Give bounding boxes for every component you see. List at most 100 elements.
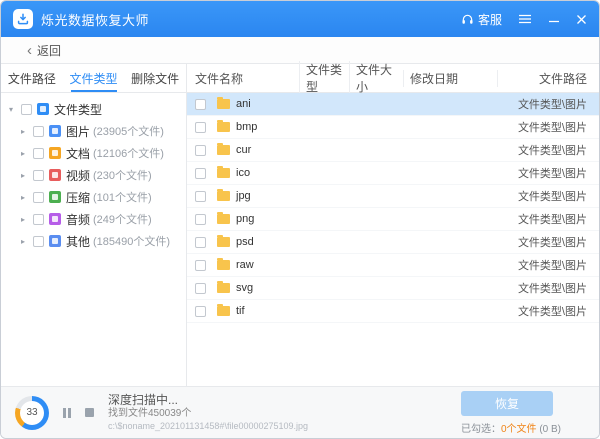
row-checkbox[interactable] — [195, 237, 206, 248]
header-file-type: 文件类型 — [299, 61, 349, 95]
table-row[interactable]: png 文件类型\图片 — [187, 208, 599, 231]
back-chevron-icon: ‹ — [27, 43, 32, 58]
scan-progress-ring: 33 — [15, 396, 49, 430]
recover-button[interactable]: 恢复 — [461, 391, 553, 416]
row-checkbox[interactable] — [195, 214, 206, 225]
others-category-icon — [49, 235, 61, 247]
scan-progress-value: 33 — [20, 401, 44, 425]
tab-file-path[interactable]: 文件路径 — [1, 64, 63, 92]
table-row[interactable]: tif 文件类型\图片 — [187, 300, 599, 323]
tree-item-images[interactable]: ▸ 图片 (23905个文件) — [1, 120, 186, 142]
recover-area: 恢复 已勾选：0个文件 (0 B) — [461, 391, 561, 435]
tab-file-type[interactable]: 文件类型 — [63, 64, 125, 92]
titlebar: 烁光数据恢复大师 客服 — [1, 1, 599, 37]
file-count: (101个文件) — [93, 189, 152, 205]
app-logo-icon — [13, 9, 33, 29]
collapse-arrow-icon[interactable]: ▾ — [9, 105, 21, 114]
expand-arrow-icon[interactable]: ▸ — [21, 171, 33, 180]
table-row[interactable]: jpg 文件类型\图片 — [187, 185, 599, 208]
header-file-path: 文件路径 — [497, 70, 599, 87]
tree-item-videos[interactable]: ▸ 视频 (230个文件) — [1, 164, 186, 186]
content-area: 文件路径 文件类型 删除文件 ▾ 文件类型 ▸ 图片 (23905个文件) — [1, 64, 599, 386]
file-path-cell: 文件类型\图片 — [497, 211, 599, 227]
tree-item-archives[interactable]: ▸ 压缩 (101个文件) — [1, 186, 186, 208]
file-path-cell: 文件类型\图片 — [497, 119, 599, 135]
table-row[interactable]: bmp 文件类型\图片 — [187, 116, 599, 139]
tree-item-checkbox[interactable] — [33, 214, 44, 225]
stop-button[interactable] — [83, 406, 96, 419]
titlebar-right: 客服 — [461, 11, 587, 28]
tree-item-checkbox[interactable] — [33, 126, 44, 137]
menu-button[interactable] — [518, 13, 532, 25]
tree-item-documents[interactable]: ▸ 文档 (12106个文件) — [1, 142, 186, 164]
folder-icon — [217, 145, 230, 155]
file-type-tree: ▾ 文件类型 ▸ 图片 (23905个文件) ▸ 文档 — [1, 93, 186, 386]
hamburger-icon — [518, 13, 532, 25]
row-checkbox[interactable] — [195, 99, 206, 110]
file-name: svg — [236, 282, 253, 294]
row-checkbox[interactable] — [195, 306, 206, 317]
row-checkbox[interactable] — [195, 191, 206, 202]
tree-root-label: 文件类型 — [54, 101, 102, 118]
tree-item-audio[interactable]: ▸ 音频 (249个文件) — [1, 208, 186, 230]
expand-arrow-icon[interactable]: ▸ — [21, 127, 33, 136]
tree-item-checkbox[interactable] — [33, 236, 44, 247]
row-checkbox[interactable] — [195, 260, 206, 271]
file-count: (23905个文件) — [93, 123, 164, 139]
row-checkbox[interactable] — [195, 122, 206, 133]
images-category-icon — [49, 125, 61, 137]
file-path-cell: 文件类型\图片 — [497, 165, 599, 181]
tab-deleted-files[interactable]: 删除文件 — [124, 64, 186, 92]
support-label: 客服 — [478, 11, 502, 28]
tree-item-checkbox[interactable] — [33, 148, 44, 159]
table-row[interactable]: svg 文件类型\图片 — [187, 277, 599, 300]
tree-item-others[interactable]: ▸ 其他 (185490个文件) — [1, 230, 186, 252]
file-name: bmp — [236, 121, 257, 133]
expand-arrow-icon[interactable]: ▸ — [21, 193, 33, 202]
checked-summary: 已勾选：0个文件 (0 B) — [461, 420, 561, 435]
file-count: (230个文件) — [93, 167, 152, 183]
row-checkbox[interactable] — [195, 283, 206, 294]
videos-category-icon — [49, 169, 61, 181]
file-path-cell: 文件类型\图片 — [497, 188, 599, 204]
folder-icon — [217, 99, 230, 109]
expand-arrow-icon[interactable]: ▸ — [21, 237, 33, 246]
file-count: (249个文件) — [93, 211, 152, 227]
tree-item-checkbox[interactable] — [33, 192, 44, 203]
back-button[interactable]: ‹ 返回 — [27, 42, 61, 59]
file-name: png — [236, 213, 254, 225]
checked-count: 0个文件 — [501, 424, 537, 435]
minimize-button[interactable] — [548, 13, 560, 25]
tree-item-checkbox[interactable] — [33, 170, 44, 181]
scan-status: 深度扫描中... 找到文件450039个 c:\$noname_20210113… — [108, 393, 308, 432]
table-row[interactable]: ani 文件类型\图片 — [187, 93, 599, 116]
pause-button[interactable] — [61, 406, 73, 420]
file-count: (12106个文件) — [93, 145, 164, 161]
support-button[interactable]: 客服 — [461, 11, 502, 28]
table-row[interactable]: ico 文件类型\图片 — [187, 162, 599, 185]
scan-status-title: 深度扫描中... — [108, 393, 308, 408]
header-file-name: 文件名称 — [187, 70, 299, 87]
scan-current-path: c:\$noname_202101131458#\file00000275109… — [108, 421, 308, 432]
expand-arrow-icon[interactable]: ▸ — [21, 215, 33, 224]
table-row[interactable]: cur 文件类型\图片 — [187, 139, 599, 162]
row-checkbox[interactable] — [195, 145, 206, 156]
audio-category-icon — [49, 213, 61, 225]
close-button[interactable] — [576, 14, 587, 25]
file-name: psd — [236, 236, 254, 248]
app-window: 烁光数据恢复大师 客服 — [0, 0, 600, 439]
expand-arrow-icon[interactable]: ▸ — [21, 149, 33, 158]
tree-root-file-type[interactable]: ▾ 文件类型 — [1, 98, 186, 120]
header-file-size: 文件大小 — [349, 61, 403, 95]
folder-icon — [217, 214, 230, 224]
sidebar-tabs: 文件路径 文件类型 删除文件 — [1, 64, 186, 93]
file-name: cur — [236, 144, 251, 156]
minimize-icon — [548, 13, 560, 25]
table-row[interactable]: psd 文件类型\图片 — [187, 231, 599, 254]
row-checkbox[interactable] — [195, 168, 206, 179]
table-row[interactable]: raw 文件类型\图片 — [187, 254, 599, 277]
headset-icon — [461, 13, 474, 26]
folder-icon — [217, 306, 230, 316]
file-path-cell: 文件类型\图片 — [497, 96, 599, 112]
tree-root-checkbox[interactable] — [21, 104, 32, 115]
